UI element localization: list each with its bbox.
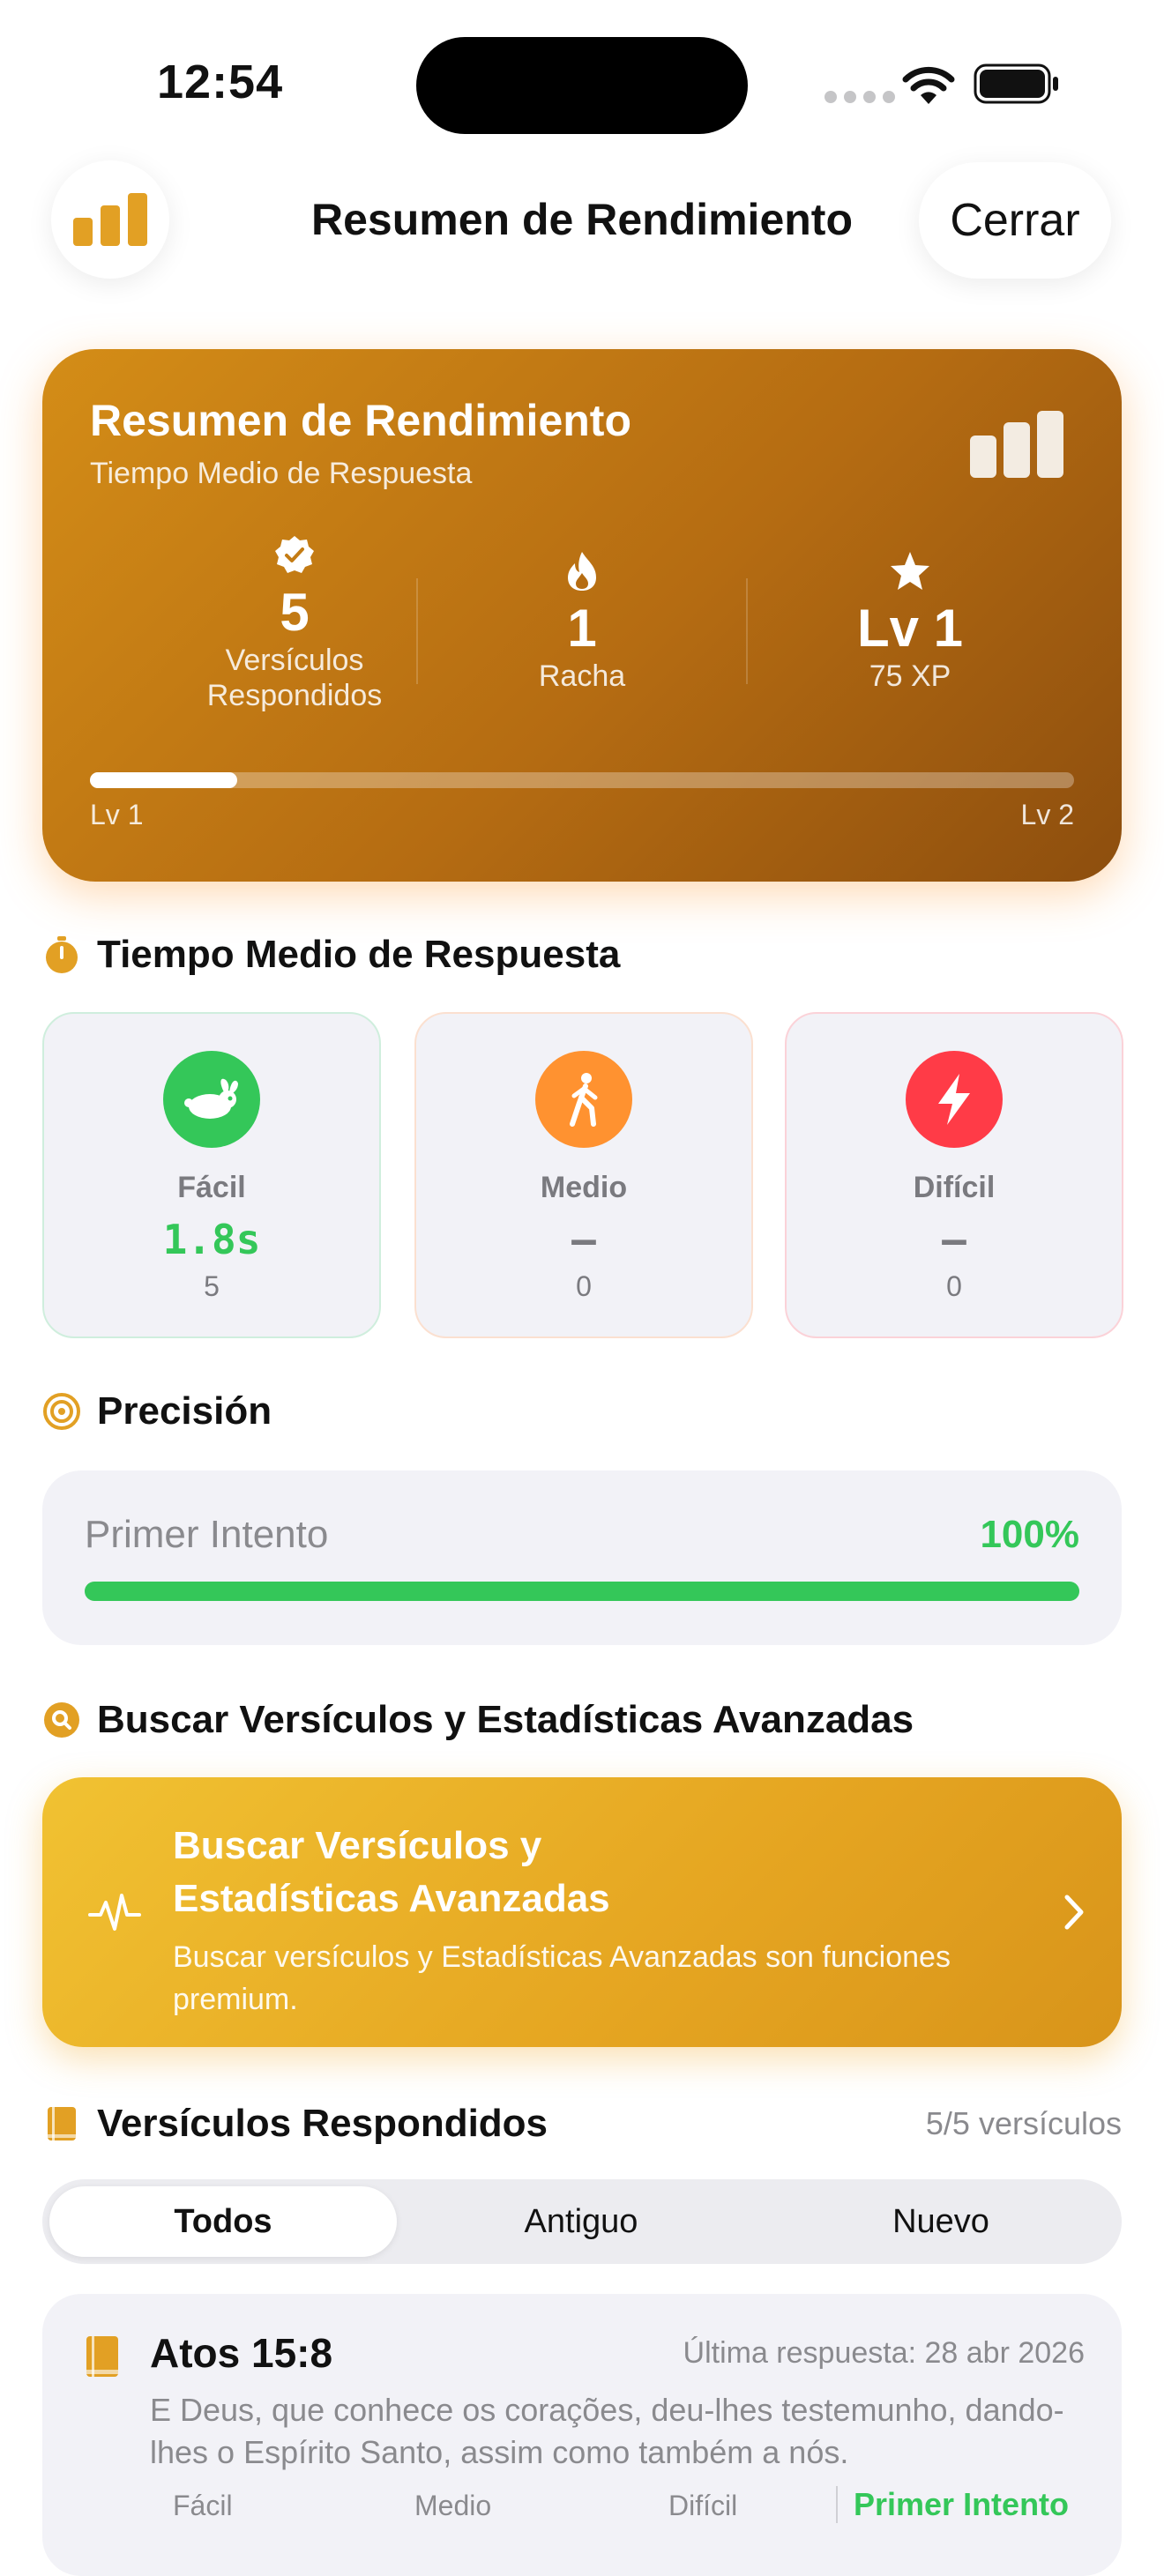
wifi-icon (902, 66, 955, 104)
verse-meta-easy: Fácil (173, 2490, 233, 2521)
stat-label: 75 XP (869, 659, 951, 693)
difficulty-card-easy: Fácil 1.8s 5 (42, 1012, 381, 1338)
stat-streak: 1 Racha (450, 550, 714, 694)
bolt-icon (906, 1051, 1003, 1148)
section-title: Precisión (97, 1389, 272, 1433)
stat-value: 5 (280, 583, 310, 642)
precision-label: Primer Intento (85, 1513, 329, 1556)
tab-old-testament[interactable]: Antiguo (407, 2186, 755, 2257)
summary-subtitle: Tiempo Medio de Respuesta (90, 457, 473, 490)
precision-header: Precisión (42, 1389, 272, 1433)
book-icon (48, 2107, 76, 2140)
answered-count: 5/5 versículos (925, 2105, 1122, 2141)
response-time-header: Tiempo Medio de Respuesta (42, 933, 620, 977)
verse-reference: Atos 15:8 (150, 2330, 333, 2376)
answered-verses-header: Versículos Respondidos (42, 2102, 548, 2146)
level-progress-fill (90, 772, 238, 788)
precision-card: Primer Intento 100% (42, 1470, 1122, 1645)
target-icon (43, 1393, 80, 1430)
star-icon (891, 552, 929, 590)
performance-summary-card: Resumen de Rendimiento Tiempo Medio de R… (42, 349, 1122, 882)
summary-title: Resumen de Rendimiento (90, 396, 631, 445)
status-bar: 12:54 (0, 0, 1164, 168)
precision-bar-fill (85, 1582, 1079, 1601)
verified-badge-icon (275, 536, 314, 573)
stat-label: Respondidos (206, 679, 383, 712)
premium-advanced-stats-button[interactable]: Buscar Versículos y Estadísticas Avanzad… (42, 1777, 1122, 2047)
bar-chart-icon (970, 411, 1063, 478)
status-time: 12:54 (157, 56, 284, 108)
waveform-pulse-icon (88, 1894, 141, 1931)
level-progress-bar (90, 772, 1074, 788)
divider (416, 578, 418, 684)
difficulty-count: 5 (204, 1270, 220, 1302)
difficulty-count: 0 (946, 1270, 962, 1302)
tab-new-testament[interactable]: Nuevo (767, 2186, 1115, 2257)
testament-filter: Todos Antiguo Nuevo (42, 2179, 1122, 2264)
section-title: Versículos Respondidos (97, 2102, 548, 2145)
precision-value: 100% (980, 1513, 1079, 1556)
book-icon (86, 2336, 118, 2377)
premium-header: Buscar Versículos y Estadísticas Avanzad… (42, 1698, 914, 1742)
stat-level: Lv 1 75 XP (778, 550, 1042, 694)
tab-all[interactable]: Todos (49, 2186, 397, 2257)
difficulty-name: Medio (540, 1171, 628, 1204)
premium-description: Buscar versículos y Estadísticas Avanzad… (173, 1940, 951, 2016)
verse-text: E Deus, que conhece os corações, deu-lhe… (150, 2392, 1064, 2470)
verse-meta-medium: Medio (414, 2490, 492, 2521)
first-attempt-badge: Primer Intento (836, 2486, 1069, 2523)
difficulty-average: 1.8s (162, 1216, 261, 1263)
precision-bar (85, 1582, 1079, 1601)
close-button[interactable]: Cerrar (919, 162, 1111, 279)
difficulty-average: — (942, 1216, 966, 1263)
stat-label: Racha (538, 659, 626, 693)
premium-title-line: Buscar Versículos y (173, 1824, 542, 1867)
stopwatch-icon (46, 936, 78, 973)
difficulty-average: — (571, 1216, 596, 1263)
difficulty-name: Fácil (177, 1171, 246, 1204)
section-title: Buscar Versículos y Estadísticas Avanzad… (97, 1698, 914, 1741)
hare-icon (163, 1051, 260, 1148)
level-to: Lv 2 (1020, 799, 1074, 830)
cellular-signal-icon (824, 91, 895, 103)
last-answer-date: Última respuesta: 28 abr 2026 (683, 2336, 1085, 2370)
stat-label: Versículos (225, 644, 364, 677)
chevron-right-icon (1064, 1895, 1084, 1930)
level-from: Lv 1 (90, 799, 144, 830)
stat-value: Lv 1 (856, 599, 964, 658)
difficulty-card-hard: Difícil — 0 (785, 1012, 1123, 1338)
section-title: Tiempo Medio de Respuesta (97, 933, 621, 976)
difficulty-card-medium: Medio — 0 (414, 1012, 753, 1338)
flame-icon (568, 552, 596, 591)
difficulty-count: 0 (576, 1270, 592, 1302)
stat-value: 1 (567, 599, 597, 658)
premium-title-line: Estadísticas Avanzadas (173, 1877, 610, 1920)
verse-meta-hard: Difícil (668, 2490, 738, 2521)
difficulty-name: Difícil (913, 1171, 996, 1204)
stat-verses-answered: 5 Versículos Respondidos (162, 534, 427, 713)
magnifying-glass-icon (44, 1702, 79, 1738)
battery-icon (974, 63, 1058, 104)
walking-figure-icon (535, 1051, 632, 1148)
premium-title: Buscar Versículos y Estadísticas Avanzad… (173, 1820, 966, 1925)
divider (746, 578, 748, 684)
dynamic-island (416, 37, 748, 134)
verse-card[interactable]: Atos 15:8 Última respuesta: 28 abr 2026 … (42, 2294, 1122, 2576)
